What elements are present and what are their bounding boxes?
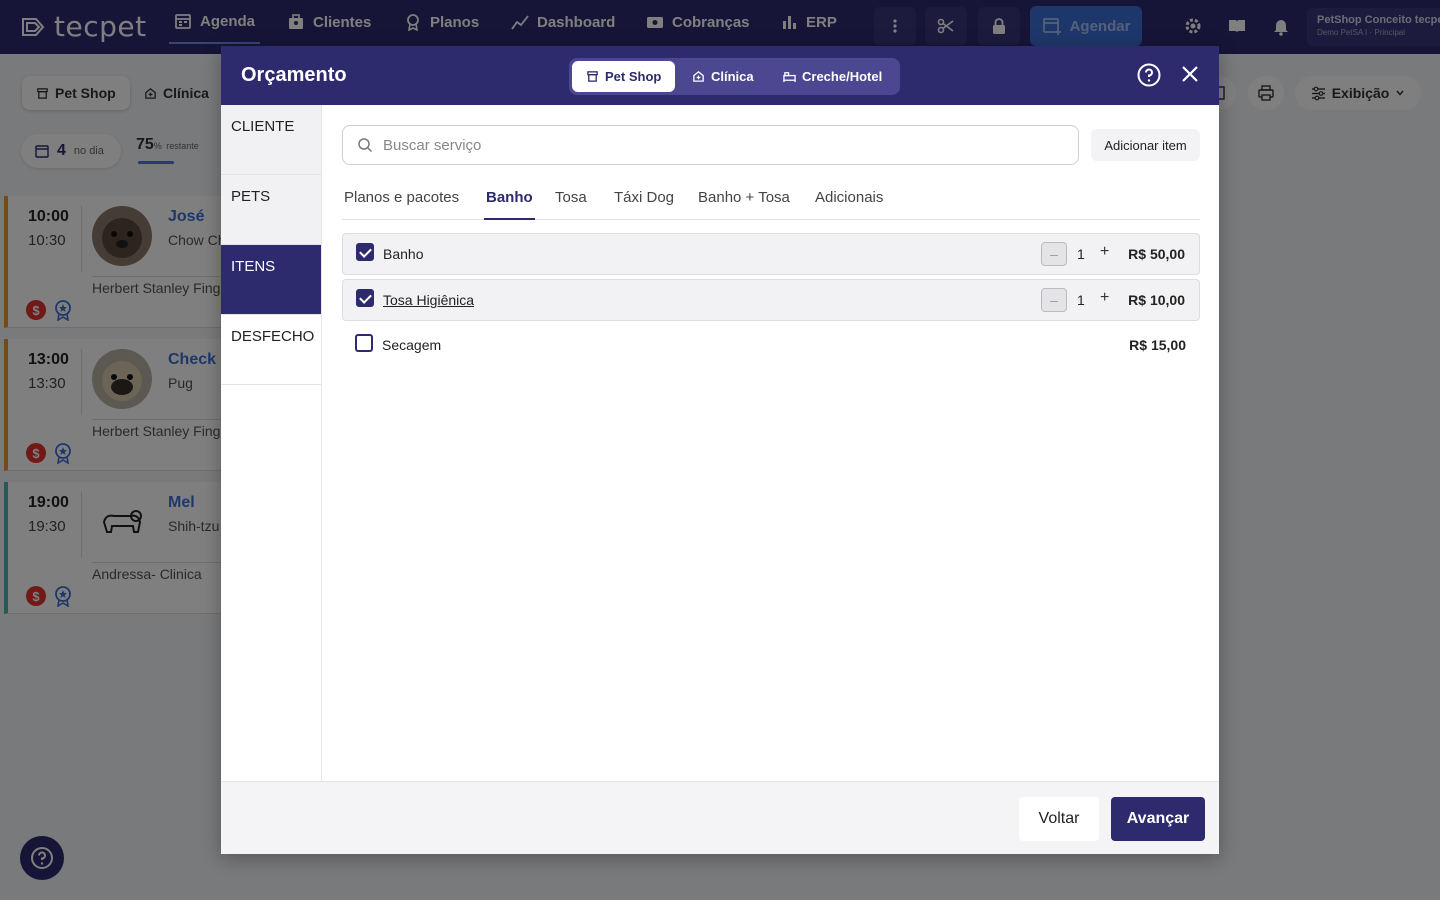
tab-creche-hotel[interactable]: Creche/Hotel bbox=[769, 61, 896, 92]
step-itens[interactable]: ITENS bbox=[221, 245, 321, 315]
service-search-input[interactable] bbox=[383, 136, 1023, 154]
service-search bbox=[342, 125, 1079, 165]
decrease-quantity-button[interactable]: – bbox=[1041, 288, 1067, 312]
close-icon[interactable] bbox=[1179, 63, 1201, 85]
item-name: Banho bbox=[383, 246, 424, 262]
add-item-button[interactable]: Adicionar item bbox=[1091, 129, 1200, 161]
item-quantity: 1 bbox=[1077, 246, 1085, 262]
tab-taxi-dog[interactable]: Táxi Dog bbox=[614, 189, 674, 220]
modal-footer: Voltar Avançar bbox=[221, 781, 1219, 854]
search-icon bbox=[358, 138, 373, 153]
tab-adicionais[interactable]: Adicionais bbox=[815, 189, 883, 220]
item-price: R$ 10,00 bbox=[1128, 292, 1185, 308]
step-cliente[interactable]: CLIENTE bbox=[221, 105, 321, 175]
item-checkbox[interactable] bbox=[356, 243, 374, 261]
modal-title: Orçamento bbox=[241, 64, 347, 86]
tab-clinica-label: Clínica bbox=[711, 69, 754, 84]
hotel-icon bbox=[783, 72, 796, 83]
tab-planos-pacotes[interactable]: Planos e pacotes bbox=[344, 189, 459, 220]
budget-modal: Orçamento Pet Shop Clínica Creche/Hotel … bbox=[221, 46, 1219, 854]
help-icon[interactable] bbox=[1137, 63, 1161, 87]
item-quantity: 1 bbox=[1077, 292, 1085, 308]
item-price: R$ 50,00 bbox=[1128, 246, 1185, 262]
tab-banho-tosa[interactable]: Banho + Tosa bbox=[698, 189, 790, 220]
service-item-row[interactable]: Banho – 1 + R$ 50,00 bbox=[342, 233, 1200, 275]
step-sidebar: CLIENTE PETS ITENS DESFECHO bbox=[221, 105, 321, 781]
store-icon bbox=[587, 71, 598, 82]
step-pets[interactable]: PETS bbox=[221, 175, 321, 245]
clinic-icon bbox=[693, 71, 704, 82]
service-item-row[interactable]: Tosa Higiênica – 1 + R$ 10,00 bbox=[342, 279, 1200, 321]
item-name[interactable]: Tosa Higiênica bbox=[383, 292, 474, 308]
tab-creche-hotel-label: Creche/Hotel bbox=[802, 69, 883, 84]
modal-service-tabs: Pet Shop Clínica Creche/Hotel bbox=[569, 58, 900, 95]
item-name: Secagem bbox=[382, 337, 442, 353]
service-item-row[interactable]: Secagem R$ 15,00 bbox=[342, 325, 1200, 367]
tab-pet-shop[interactable]: Pet Shop bbox=[572, 61, 676, 92]
tab-pet-shop-label: Pet Shop bbox=[605, 69, 662, 84]
back-button[interactable]: Voltar bbox=[1019, 797, 1099, 841]
category-tabs: Planos e pacotes Banho Tosa Táxi Dog Ban… bbox=[342, 179, 1200, 220]
item-checkbox[interactable] bbox=[356, 289, 374, 307]
decrease-quantity-button[interactable]: – bbox=[1041, 242, 1067, 266]
item-checkbox[interactable] bbox=[355, 334, 373, 352]
tab-banho[interactable]: Banho bbox=[484, 189, 535, 220]
item-price: R$ 15,00 bbox=[1129, 337, 1186, 353]
items-panel: Adicionar item Planos e pacotes Banho To… bbox=[321, 105, 1219, 781]
increase-quantity-button[interactable]: + bbox=[1100, 289, 1109, 307]
tab-tosa[interactable]: Tosa bbox=[555, 189, 587, 220]
modal-header: Orçamento Pet Shop Clínica Creche/Hotel bbox=[221, 46, 1219, 105]
increase-quantity-button[interactable]: + bbox=[1100, 243, 1109, 261]
step-desfecho[interactable]: DESFECHO bbox=[221, 315, 321, 385]
tab-clinica[interactable]: Clínica bbox=[678, 61, 768, 92]
next-button[interactable]: Avançar bbox=[1111, 797, 1205, 841]
